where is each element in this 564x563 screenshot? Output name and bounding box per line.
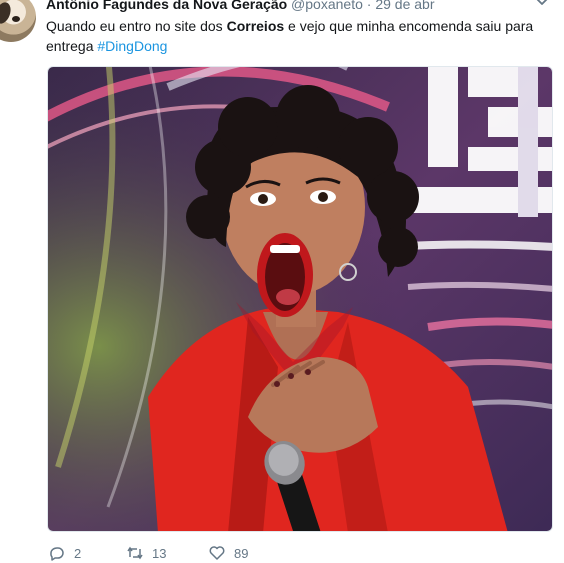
reply-button[interactable]: 2 <box>48 543 81 563</box>
chevron-down-icon[interactable] <box>534 0 550 10</box>
separator-dot: · <box>366 0 372 12</box>
tweet-actions: 2 13 89 <box>46 543 346 563</box>
photo-woman-surprised <box>48 67 552 531</box>
retweet-count: 13 <box>152 545 167 561</box>
tweet-media-image[interactable] <box>47 66 553 532</box>
tweet-text-part: Quando eu entro no site dos <box>46 18 227 34</box>
like-count: 89 <box>234 545 249 561</box>
avatar-detail <box>0 0 14 26</box>
tweet-text-bold: Correios <box>226 18 285 34</box>
retweet-icon <box>127 546 143 560</box>
tweet-header: Antônio Fagundes da Nova Geração @poxane… <box>46 0 435 13</box>
author-name[interactable]: Antônio Fagundes da Nova Geração <box>46 0 287 12</box>
author-handle[interactable]: @poxaneto <box>291 0 363 12</box>
avatar-detail <box>12 16 20 22</box>
tweet-text: Quando eu entro no site dos Correios e v… <box>46 16 546 56</box>
hashtag-link[interactable]: #DingDong <box>97 38 167 54</box>
like-button[interactable]: 89 <box>208 543 248 563</box>
avatar[interactable] <box>0 0 36 42</box>
reply-count: 2 <box>74 545 82 561</box>
reply-icon <box>50 547 64 561</box>
tweet-date[interactable]: 29 de abr <box>375 0 434 12</box>
heart-icon <box>209 546 225 560</box>
retweet-button[interactable]: 13 <box>126 543 166 563</box>
